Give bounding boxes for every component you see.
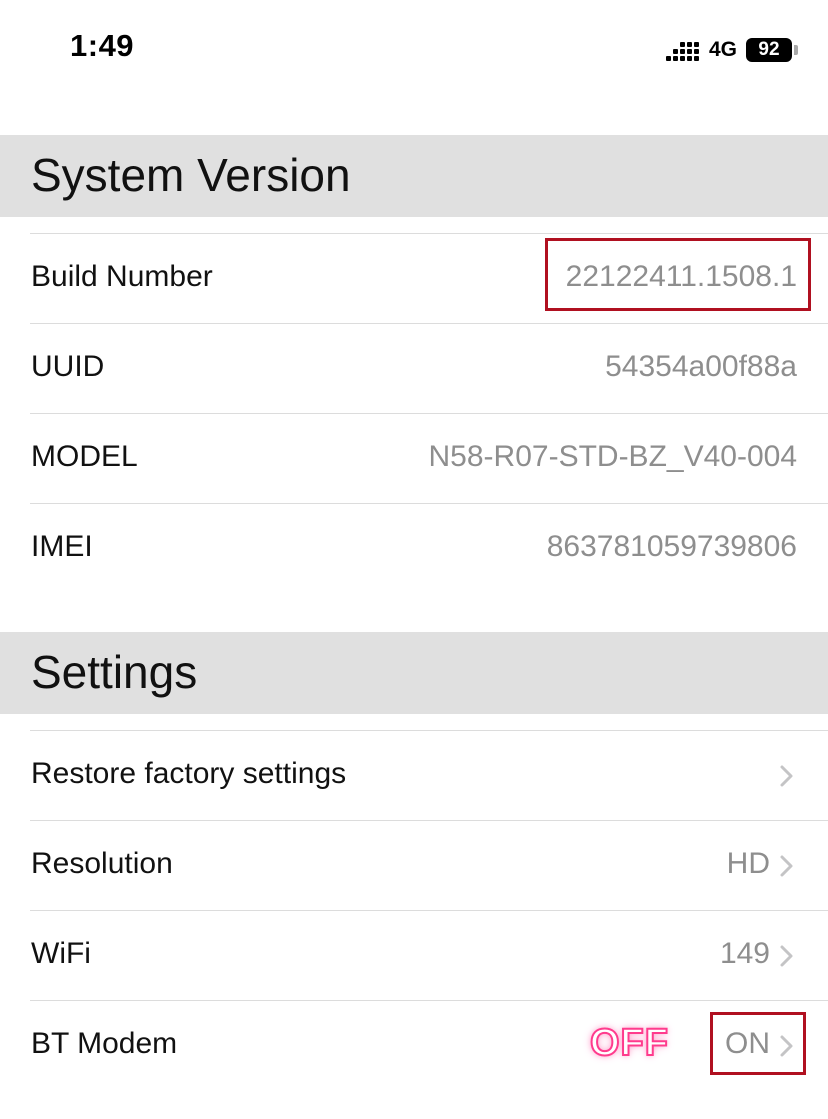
row-label: Restore factory settings — [31, 757, 347, 790]
row-label: UUID — [31, 350, 105, 383]
row-resolution[interactable]: Resolution HD — [0, 820, 828, 910]
row-value: N58-R07-STD-BZ_V40-004 — [428, 440, 797, 473]
chevron-right-icon — [780, 765, 793, 787]
build-number-highlight-box — [545, 238, 811, 311]
row-imei: IMEI 863781059739806 — [0, 503, 828, 593]
status-indicators: 4G 92 — [665, 36, 798, 64]
row-divider — [30, 413, 828, 414]
battery-cap — [794, 45, 798, 55]
battery-icon: 92 — [746, 38, 792, 62]
row-label: WiFi — [31, 937, 91, 970]
section-header-settings: Settings — [0, 632, 828, 714]
chevron-right-icon — [780, 945, 793, 967]
chevron-right-icon — [780, 855, 793, 877]
row-divider — [30, 910, 828, 911]
signal-strength-icon — [665, 39, 699, 61]
section-title: System Version — [31, 149, 351, 201]
row-wifi[interactable]: WiFi 149 — [0, 910, 828, 1000]
row-label: BT Modem — [31, 1027, 178, 1060]
row-divider — [30, 233, 828, 234]
network-type: 4G — [708, 38, 737, 61]
row-value: 54354a00f88a — [605, 350, 797, 383]
row-label: Build Number — [31, 260, 213, 293]
row-value: HD — [726, 847, 770, 880]
section-title: Settings — [31, 646, 198, 698]
section-header-system-version: System Version — [0, 135, 828, 217]
row-value: 863781059739806 — [546, 530, 797, 563]
row-bt-modem[interactable]: BT Modem ON — [0, 1000, 828, 1090]
row-label: IMEI — [31, 530, 93, 563]
row-divider — [30, 730, 828, 731]
row-uuid: UUID 54354a00f88a — [0, 323, 828, 413]
status-time: 1:49 — [70, 28, 135, 63]
row-value: 149 — [719, 937, 770, 970]
row-restore-factory-settings[interactable]: Restore factory settings — [0, 730, 828, 820]
row-divider — [30, 503, 828, 504]
row-label: Resolution — [31, 847, 173, 880]
status-bar: 1:49 4G 92 — [0, 0, 828, 100]
row-divider — [30, 1000, 828, 1001]
settings-page: 1:49 4G 92 System Version Build Number 2… — [0, 0, 828, 1119]
row-label: MODEL — [31, 440, 138, 473]
row-divider — [30, 820, 828, 821]
row-divider — [30, 323, 828, 324]
bt-modem-highlight-box — [710, 1012, 806, 1075]
row-model: MODEL N58-R07-STD-BZ_V40-004 — [0, 413, 828, 503]
off-overlay-label: OFF — [589, 1021, 669, 1065]
